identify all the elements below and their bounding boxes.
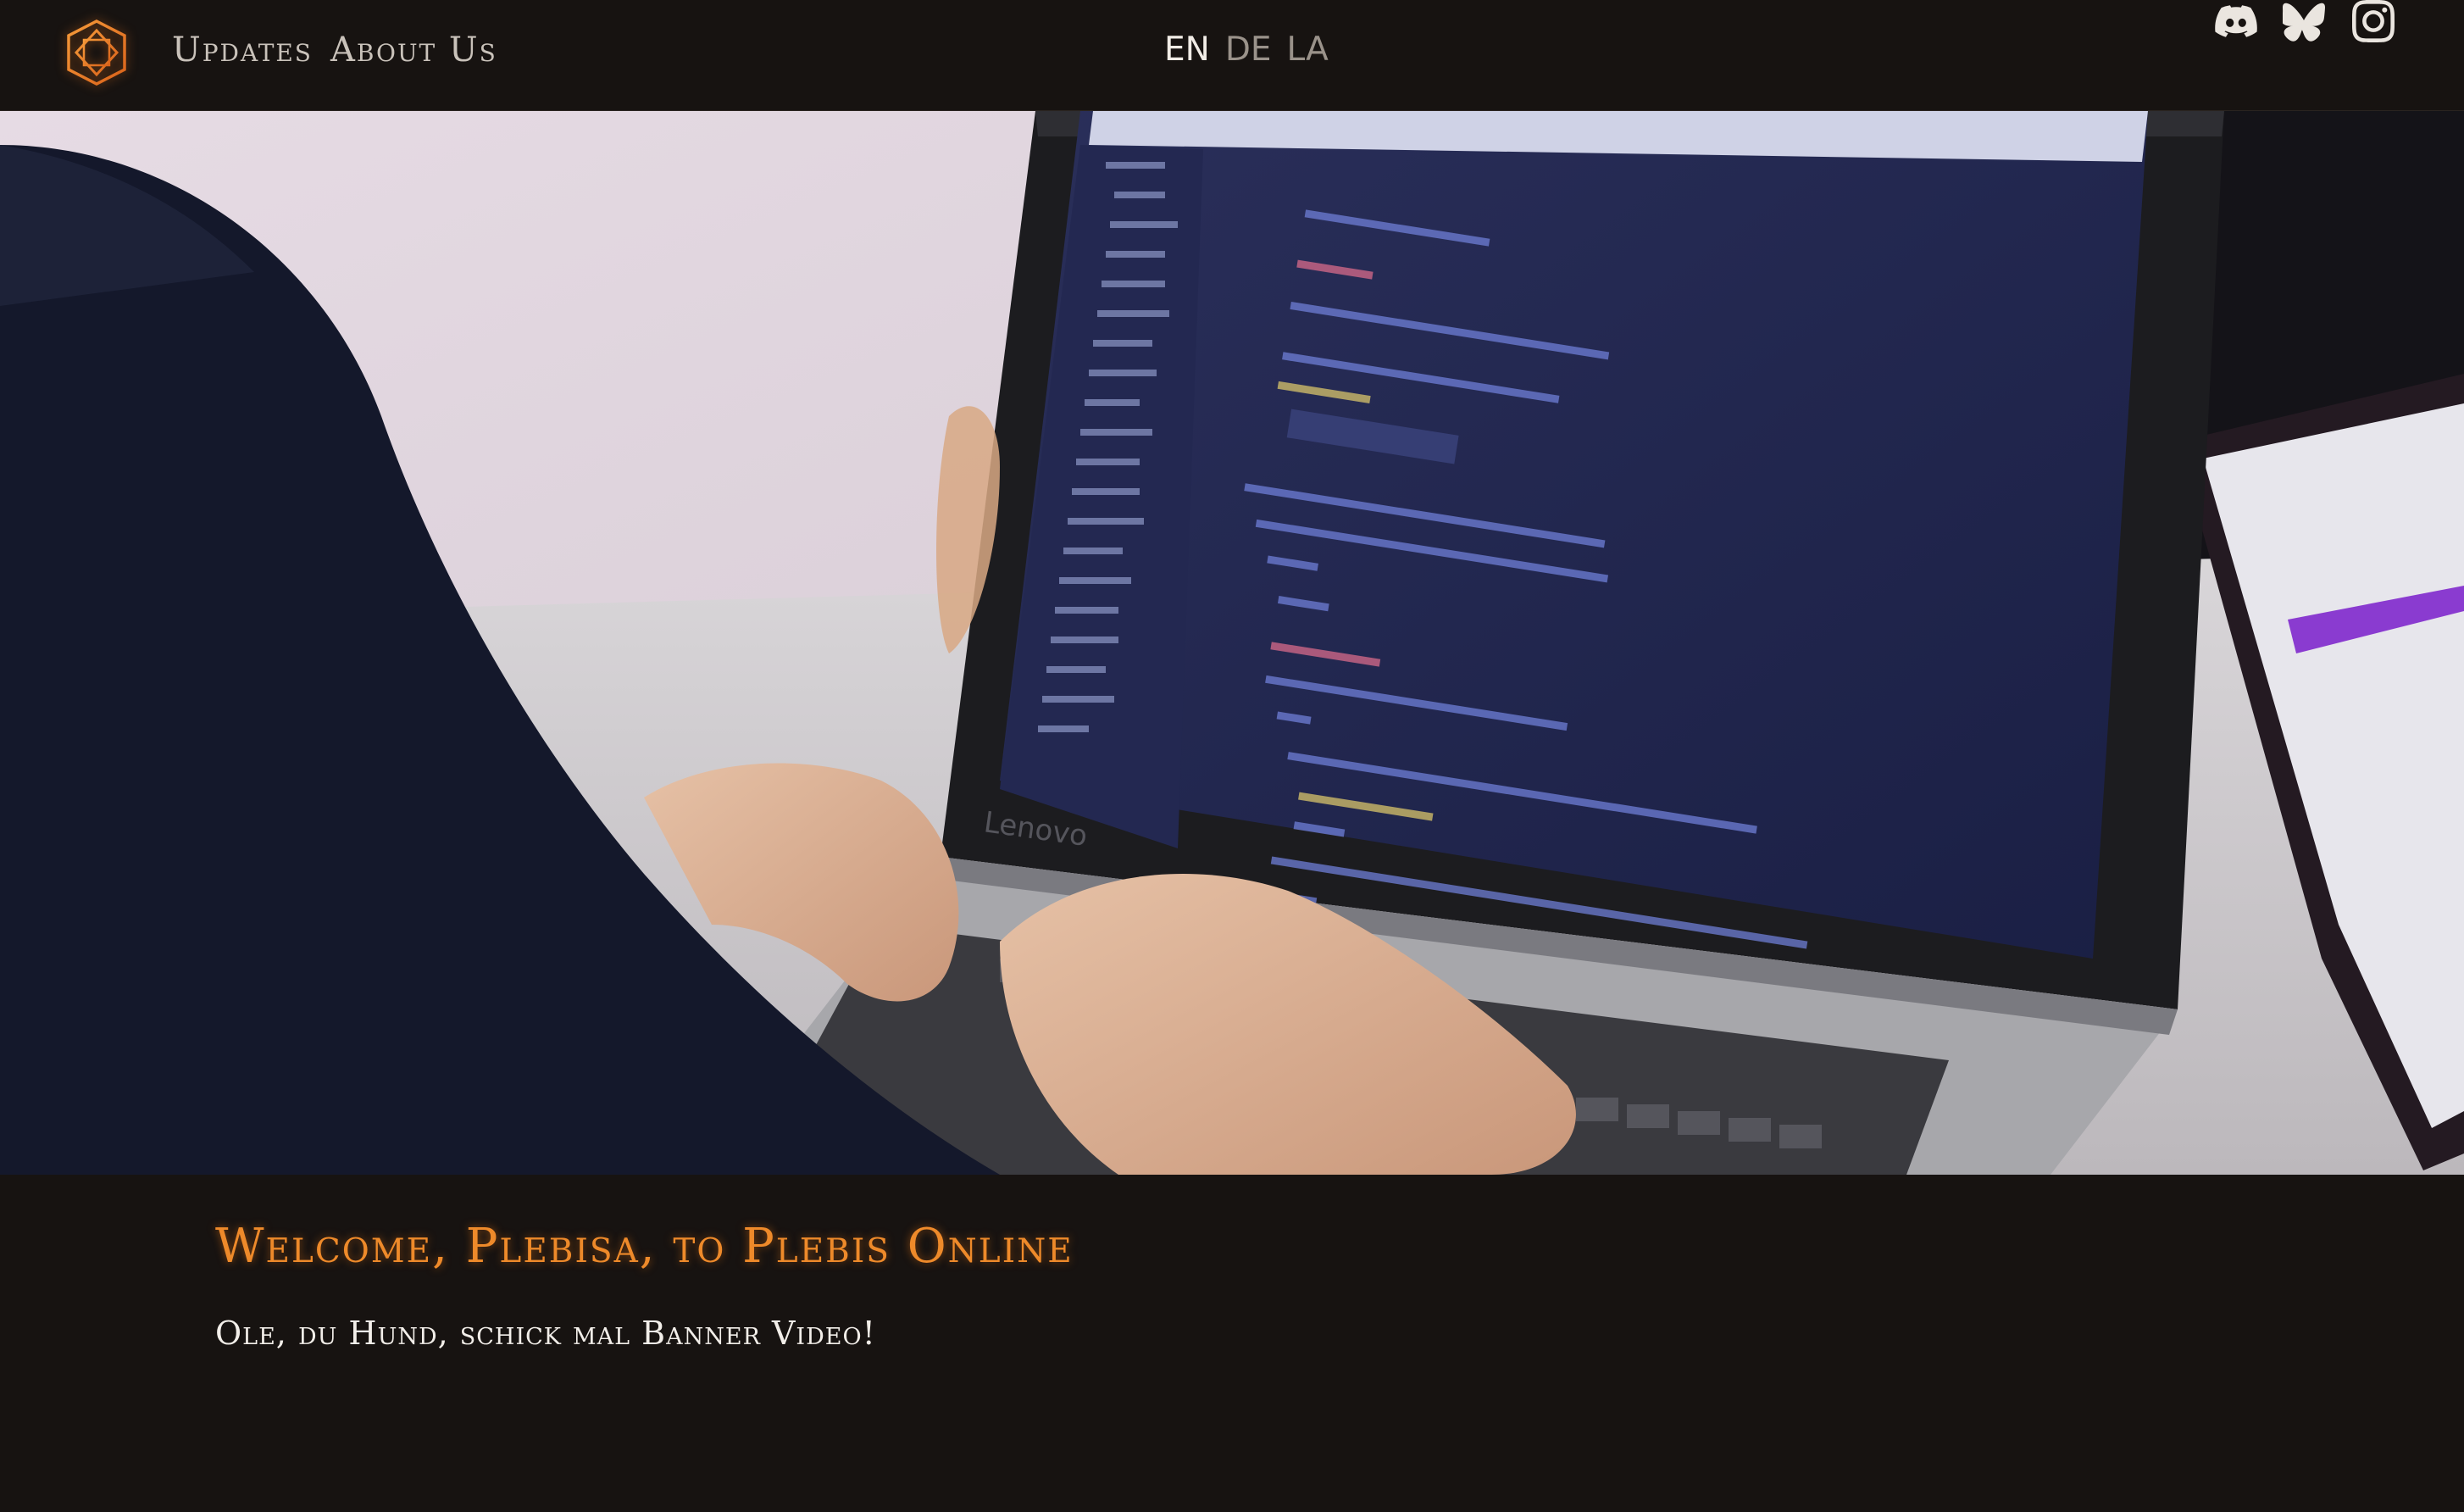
welcome-heading: Welcome, Plebisa, to Plebis Online — [215, 1219, 1074, 1274]
logo-home-link[interactable] — [63, 19, 130, 86]
bluesky-icon — [2280, 3, 2325, 42]
instagram-icon — [2352, 0, 2395, 42]
language-en[interactable]: EN — [1164, 31, 1210, 69]
bluesky-link[interactable] — [2280, 0, 2325, 42]
language-de[interactable]: DE — [1225, 31, 1272, 69]
discord-icon — [2215, 5, 2257, 37]
language-la[interactable]: LA — [1287, 31, 1329, 69]
hero-photo-laptop-coding: Lenovo — [0, 111, 2464, 1175]
nav-link-updates[interactable]: Updates — [172, 31, 313, 69]
discord-link[interactable] — [2215, 0, 2257, 42]
hero-banner-image: Lenovo — [0, 111, 2464, 1175]
logo-icon — [67, 19, 126, 86]
instagram-link[interactable] — [2352, 0, 2395, 42]
nav-link-about-us[interactable]: About Us — [330, 31, 497, 69]
language-switcher: EN DE LA — [1164, 31, 1329, 69]
welcome-subtitle: Ole, du Hund, schick mal Banner Video! — [215, 1315, 876, 1352]
navbar: Updates About Us EN DE LA — [0, 0, 2464, 111]
